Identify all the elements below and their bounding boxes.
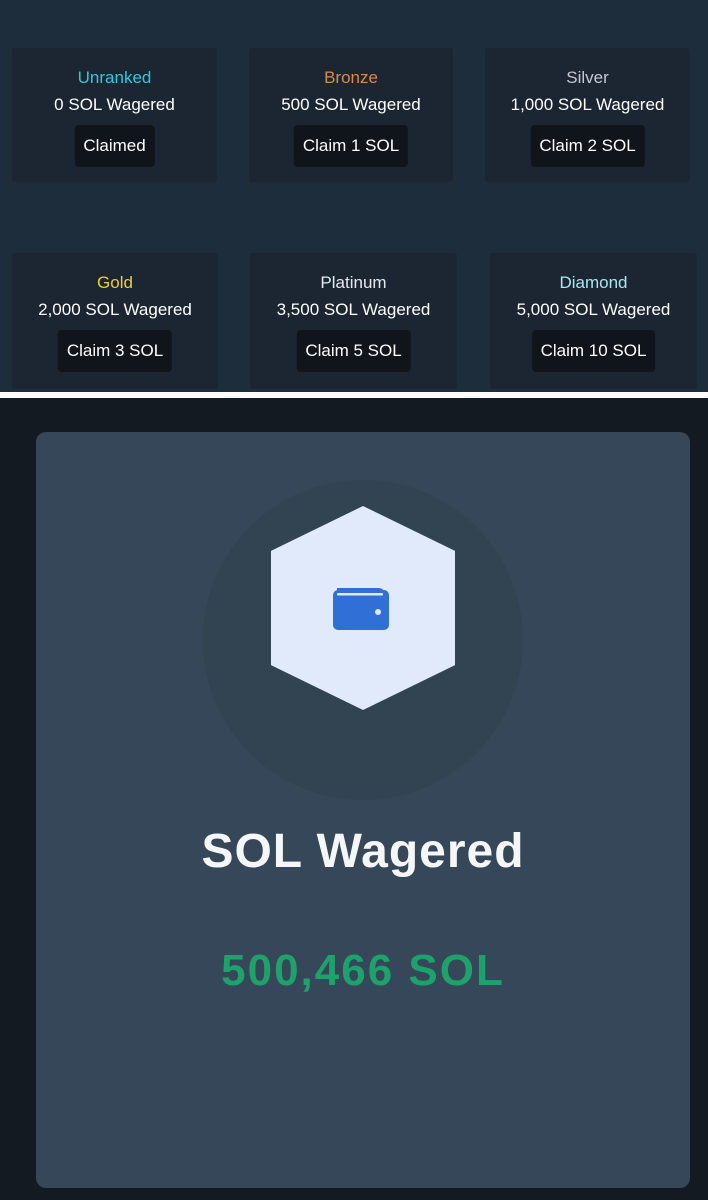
stat-value: 500,466 SOL <box>221 946 505 995</box>
tier-name: Silver <box>566 68 609 87</box>
claim-button-bronze[interactable]: Claim 1 SOL <box>293 125 409 167</box>
tier-wager-requirement: 0 SOL Wagered <box>54 95 175 114</box>
tier-wager-requirement: 5,000 SOL Wagered <box>516 300 671 319</box>
tier-name: Unranked <box>77 68 152 87</box>
tier-name: Diamond <box>559 273 628 292</box>
tier-name: Platinum <box>320 273 387 292</box>
tier-card-gold: Gold 2,000 SOL Wagered Claim 3 SOL <box>12 253 218 389</box>
claim-button-platinum[interactable]: Claim 5 SOL <box>296 330 411 372</box>
tier-card-silver: Silver 1,000 SOL Wagered Claim 2 SOL <box>485 48 690 182</box>
claim-button-gold[interactable]: Claim 3 SOL <box>57 330 173 372</box>
tier-wager-requirement: 3,500 SOL Wagered <box>276 300 431 319</box>
tier-name: Gold <box>97 273 133 292</box>
tier-card-diamond: Diamond 5,000 SOL Wagered Claim 10 SOL <box>490 253 697 389</box>
wager-stat-section: SOL Wagered 500,466 SOL <box>0 398 708 1200</box>
tier-card-unranked: Unranked 0 SOL Wagered Claimed <box>12 48 217 182</box>
claim-button-silver[interactable]: Claim 2 SOL <box>530 125 645 167</box>
claim-button-diamond[interactable]: Claim 10 SOL <box>531 330 656 372</box>
tier-card-platinum: Platinum 3,500 SOL Wagered Claim 5 SOL <box>250 253 457 389</box>
claimed-button[interactable]: Claimed <box>74 125 155 167</box>
wallet-icon <box>333 588 389 630</box>
tier-wager-requirement: 1,000 SOL Wagered <box>510 95 665 114</box>
tier-wager-requirement: 500 SOL Wagered <box>281 95 421 114</box>
tier-wager-requirement: 2,000 SOL Wagered <box>38 300 192 319</box>
tier-card-bronze: Bronze 500 SOL Wagered Claim 1 SOL <box>249 48 453 182</box>
tier-name: Bronze <box>324 68 378 87</box>
sol-wagered-card: SOL Wagered 500,466 SOL <box>36 432 690 1188</box>
stat-label: SOL Wagered <box>201 825 525 878</box>
rewards-tier-panel: Unranked 0 SOL Wagered Claimed Bronze 50… <box>0 0 708 392</box>
